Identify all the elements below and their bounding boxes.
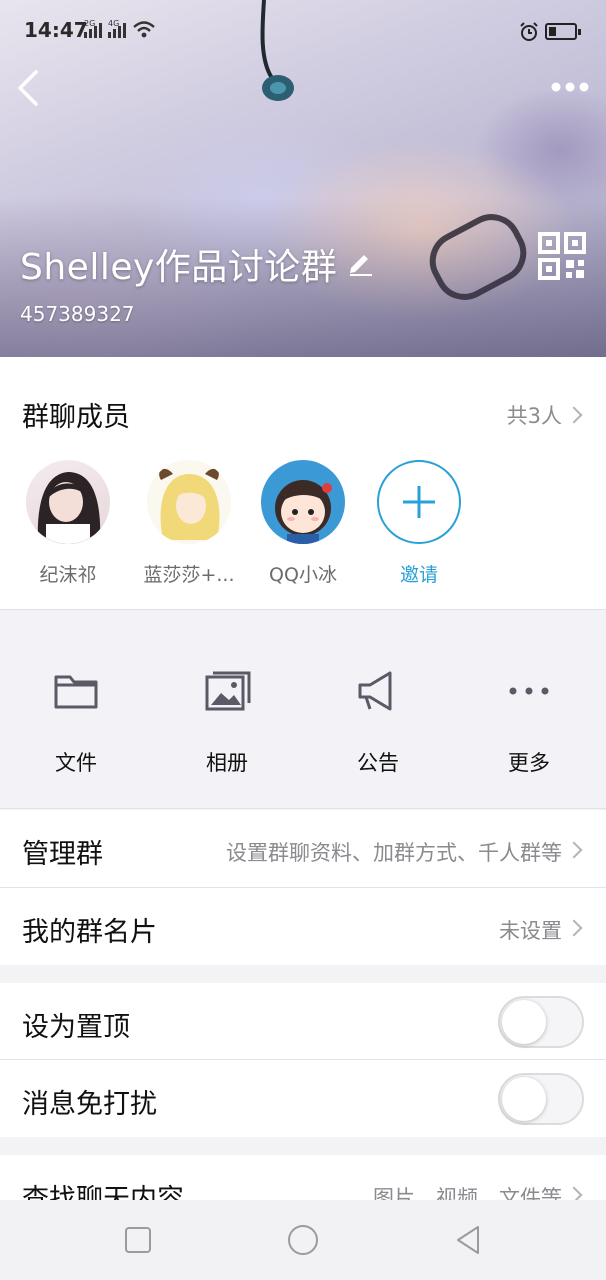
group-header: 14:47 2G 4G Shelley作品讨论群 457389327 [0, 0, 606, 357]
mute-toggle[interactable] [498, 1073, 584, 1125]
member-item[interactable]: 纪沫祁 [13, 460, 123, 587]
members-count: 共3人 [506, 404, 562, 428]
member-item[interactable]: QQ小冰 [248, 460, 358, 587]
album-icon [205, 671, 251, 711]
announcement-icon [358, 671, 392, 711]
recent-apps-icon[interactable] [120, 1222, 156, 1258]
chevron-right-icon [565, 406, 583, 424]
pin-top-title: 设为置顶 [22, 1012, 130, 1043]
chevron-right-icon [565, 841, 583, 859]
avatar [26, 460, 110, 544]
group-name: Shelley作品讨论群 [20, 247, 338, 288]
action-label: 相册 [206, 751, 248, 775]
member-item[interactable]: 蓝莎莎+... [134, 460, 244, 587]
back-nav-icon[interactable] [450, 1222, 486, 1258]
toggle-knob [502, 1000, 546, 1044]
manage-group-row[interactable]: 管理群 设置群聊资料、加群方式、千人群等 [0, 810, 606, 887]
avatar [261, 460, 345, 544]
action-label: 文件 [55, 751, 97, 775]
home-icon[interactable] [285, 1222, 321, 1258]
back-button[interactable] [10, 66, 50, 110]
quick-actions: 文件 相册 公告 更多 [0, 611, 606, 809]
manage-group-value: 设置群聊资料、加群方式、千人群等 [226, 841, 562, 865]
action-label: 更多 [508, 751, 550, 775]
manage-group-title: 管理群 [22, 839, 103, 870]
members-title: 群聊成员 [22, 402, 130, 433]
signal-2-icon [108, 23, 126, 38]
files-action[interactable]: 文件 [16, 669, 136, 777]
signal-1-icon [84, 23, 102, 38]
plus-icon [403, 486, 435, 518]
more-options-button[interactable] [548, 76, 592, 98]
group-card-row[interactable]: 我的群名片 未设置 [0, 888, 606, 965]
invite-button[interactable]: 邀请 [364, 460, 474, 587]
pin-top-toggle[interactable] [498, 996, 584, 1048]
more-action[interactable]: 更多 [469, 669, 589, 777]
pin-top-row: 设为置顶 [0, 983, 606, 1060]
album-action[interactable]: 相册 [167, 669, 287, 777]
mute-title: 消息免打扰 [22, 1089, 157, 1120]
announcement-action[interactable]: 公告 [318, 669, 438, 777]
group-id: 457389327 [20, 302, 135, 326]
alarm-icon [520, 22, 538, 41]
invite-circle [377, 460, 461, 544]
status-time: 14:47 [24, 18, 88, 42]
more-dots-icon [509, 687, 549, 695]
toggle-knob [502, 1077, 546, 1121]
members-section: 群聊成员 共3人 纪沫祁 蓝莎莎+... QQ小冰 邀请 [0, 357, 606, 610]
group-card-value: 未设置 [499, 919, 562, 943]
group-card-title: 我的群名片 [22, 917, 157, 948]
action-label: 公告 [357, 751, 399, 775]
member-name: QQ小冰 [269, 564, 337, 586]
status-bar: 14:47 2G 4G [0, 0, 606, 60]
member-name: 蓝莎莎+... [143, 564, 235, 586]
member-name: 纪沫祁 [39, 564, 97, 586]
system-nav-bar [0, 1200, 606, 1280]
chevron-right-icon [565, 919, 583, 937]
avatar [147, 460, 231, 544]
invite-label: 邀请 [399, 564, 438, 586]
qr-code-icon[interactable] [538, 232, 586, 280]
edit-name-icon[interactable] [346, 248, 374, 276]
battery-icon [545, 23, 581, 40]
mute-row: 消息免打扰 [0, 1060, 606, 1137]
folder-icon [54, 675, 98, 709]
battery-fill [549, 27, 556, 36]
wifi-icon [133, 21, 155, 38]
